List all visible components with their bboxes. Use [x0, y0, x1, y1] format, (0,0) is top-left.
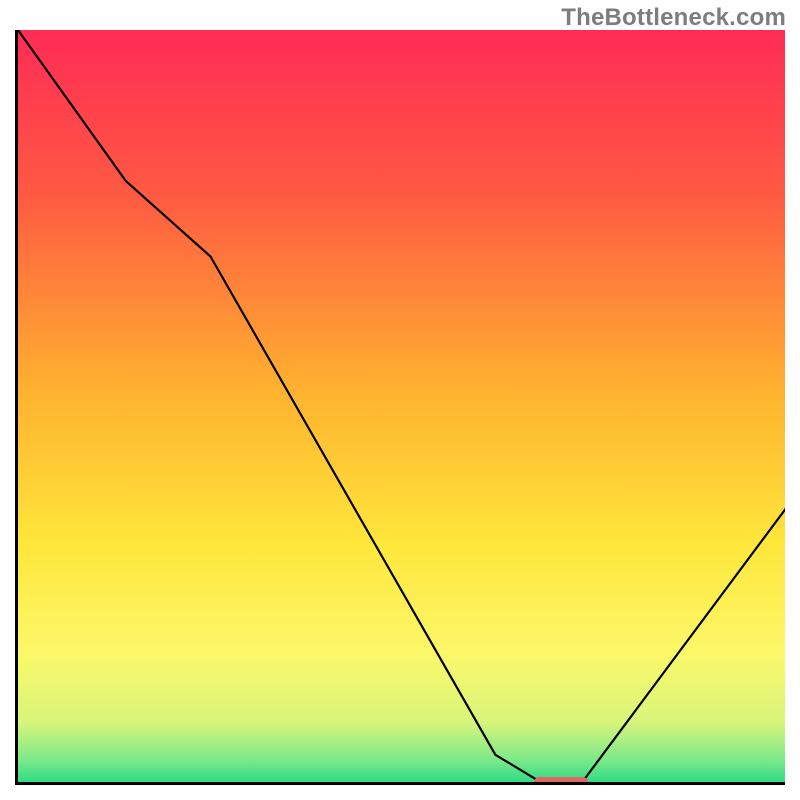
watermark-text: TheBottleneck.com: [561, 4, 786, 32]
chart-frame: [15, 30, 785, 785]
plot-area: [18, 30, 785, 782]
line-series: [18, 30, 785, 785]
recommended-range-marker: [534, 777, 588, 785]
